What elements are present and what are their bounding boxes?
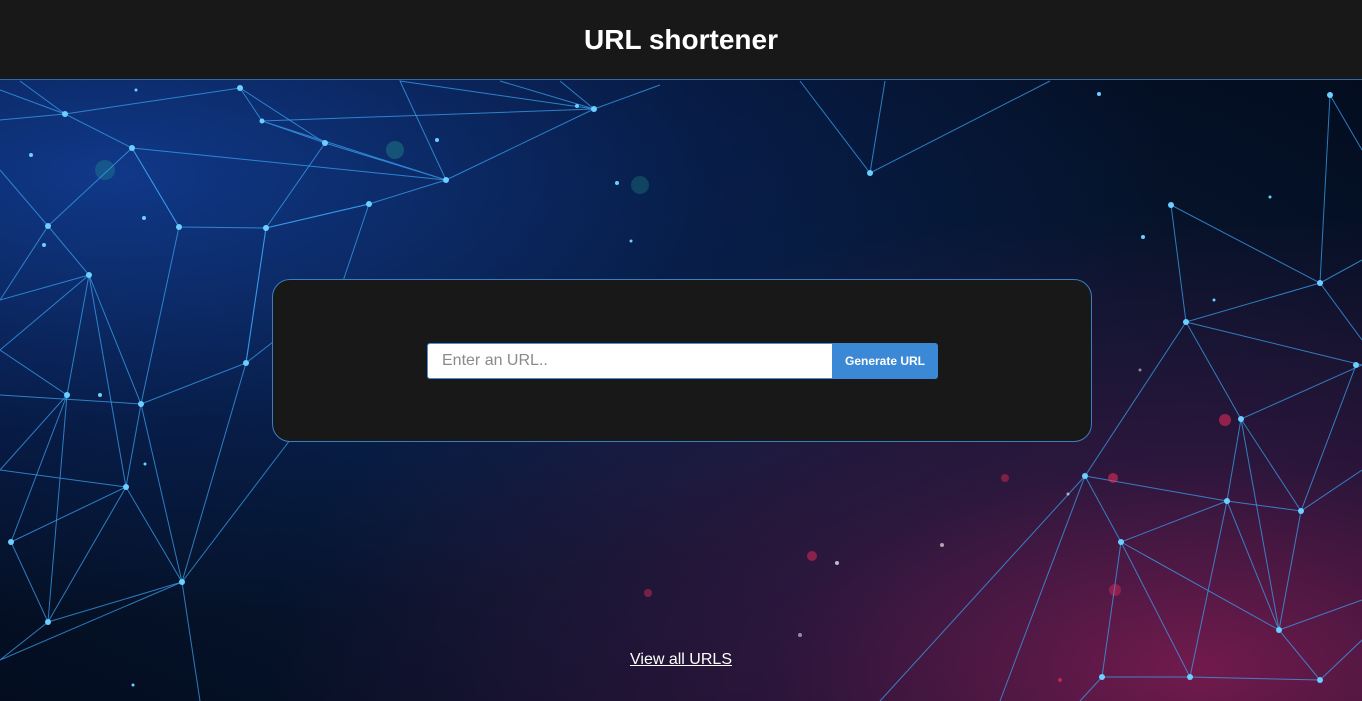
page-title: URL shortener: [584, 23, 778, 55]
url-input[interactable]: [427, 343, 833, 379]
view-all-container: View all URLS: [0, 651, 1362, 669]
generate-url-button[interactable]: Generate URL: [832, 343, 938, 379]
shortener-card: Generate URL: [272, 279, 1092, 442]
network-background: Generate URL View all URLS: [0, 80, 1362, 701]
view-all-urls-link[interactable]: View all URLS: [630, 651, 732, 668]
app-header: URL shortener: [0, 0, 1362, 80]
